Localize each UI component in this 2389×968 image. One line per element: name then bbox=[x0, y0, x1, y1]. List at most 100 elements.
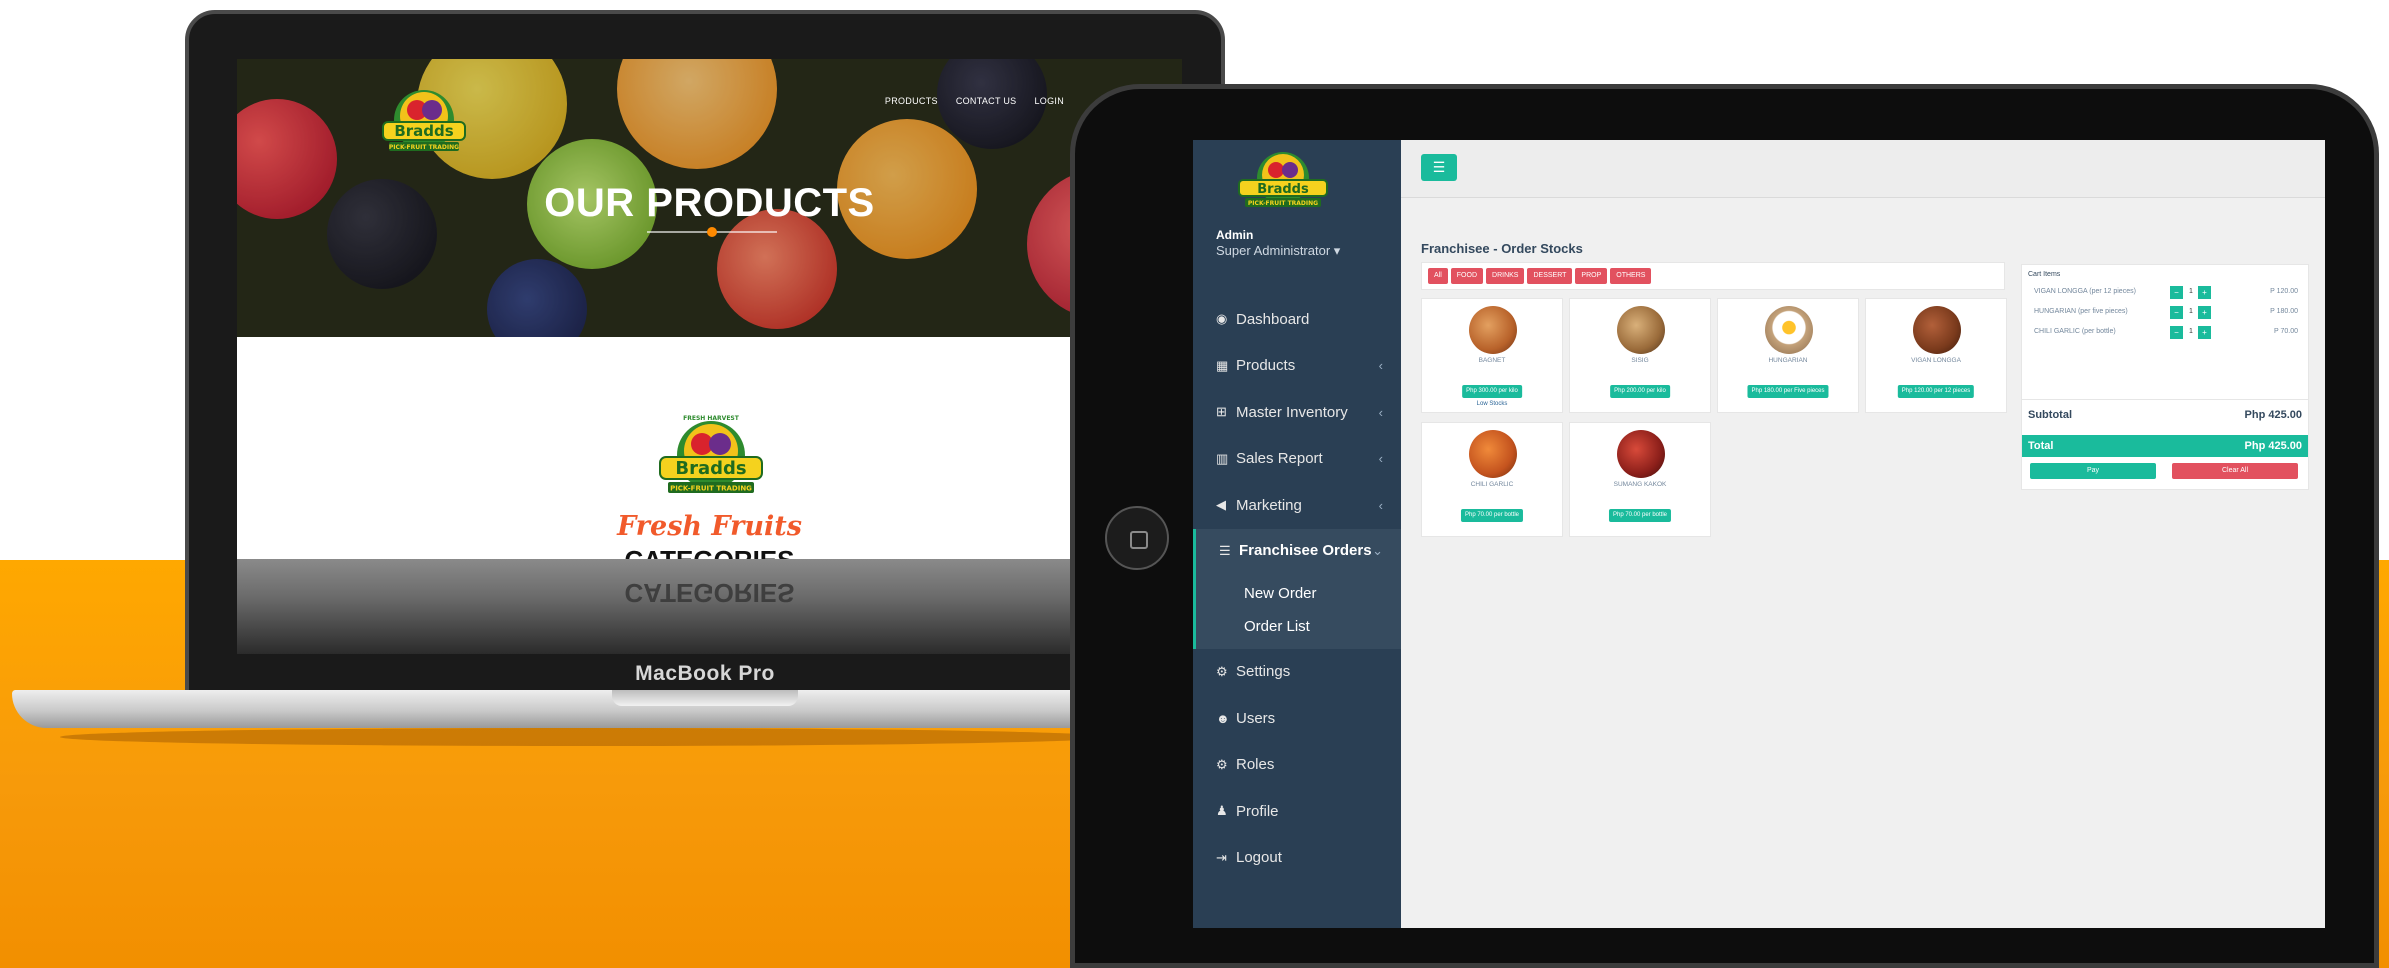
cart-divider bbox=[2022, 399, 2308, 400]
nav-contact-link[interactable]: CONTACT US bbox=[956, 96, 1017, 106]
total-bar: Total Php 425.00 bbox=[2022, 435, 2308, 457]
sidebar-item-label: Franchisee Orders bbox=[1239, 542, 1372, 559]
submenu-new-order[interactable]: New Order bbox=[1244, 577, 1401, 610]
svg-text:FRESH HARVEST: FRESH HARVEST bbox=[683, 415, 740, 422]
sidebar-item-franchisee-orders[interactable]: ☰ Franchisee Orders ⌄ bbox=[1193, 528, 1401, 573]
product-card[interactable]: BAGNET Php 300.00 per kilo Low Stocks bbox=[1421, 298, 1563, 413]
menu-toggle-button[interactable]: ☰ bbox=[1421, 154, 1457, 181]
sidebar-item-sales-report[interactable]: ▥ Sales Report ‹ bbox=[1193, 436, 1401, 483]
sidebar-item-logout[interactable]: ⇥ Logout bbox=[1193, 835, 1401, 882]
chevron-down-icon: ⌄ bbox=[1372, 542, 1383, 558]
product-card[interactable]: SUMANG KAKOK Php 70.00 per bottle bbox=[1569, 422, 1711, 537]
filter-prop[interactable]: PROP bbox=[1575, 268, 1608, 284]
clear-all-button[interactable]: Clear All bbox=[2172, 463, 2298, 479]
cart-icon: ⊞ bbox=[1216, 404, 1227, 420]
cart-item-total: P 120.00 bbox=[2270, 288, 2298, 295]
home-button[interactable] bbox=[1105, 506, 1169, 570]
decrease-qty-button[interactable]: − bbox=[2170, 306, 2183, 319]
laptop-base bbox=[12, 690, 1152, 728]
product-card[interactable]: VIGAN LONGGA Php 120.00 per 12 pieces bbox=[1865, 298, 2007, 413]
bradds-logo-large: FRESH HARVEST Bradds PICK-FRUIT TRADING bbox=[659, 415, 763, 493]
nav-login-link[interactable]: LOGIN bbox=[1034, 96, 1064, 106]
hero-banner: Bradds PICK-FRUIT TRADING PRODUCTS CONTA… bbox=[237, 59, 1182, 337]
user-role-dropdown[interactable]: Super Administrator ▾ bbox=[1216, 243, 1340, 259]
tablet-frame: Bradds PICK-FRUIT TRADING Admin Super Ad… bbox=[1070, 84, 2379, 968]
cart-item-total: P 180.00 bbox=[2270, 308, 2298, 315]
product-image bbox=[1617, 306, 1665, 354]
franchisee-orders-submenu: New Order Order List bbox=[1193, 572, 1401, 649]
gear-icon: ⚙ bbox=[1216, 663, 1228, 679]
product-card[interactable]: CHILI GARLIC Php 70.00 per bottle bbox=[1421, 422, 1563, 537]
dashboard-icon: ◉ bbox=[1216, 311, 1228, 327]
product-name: VIGAN LONGGA bbox=[1911, 357, 1961, 364]
nav-products-link[interactable]: PRODUCTS bbox=[885, 96, 938, 106]
product-price-button[interactable]: Php 180.00 per Five pieces bbox=[1747, 385, 1829, 398]
bradds-logo[interactable]: Bradds PICK-FRUIT TRADING bbox=[377, 84, 471, 162]
user-icon: ♟ bbox=[1216, 803, 1228, 819]
cart-title: Cart Items bbox=[2028, 271, 2061, 278]
product-card[interactable]: SISIG Php 200.00 per kilo bbox=[1569, 298, 1711, 413]
filter-dessert[interactable]: DESSERT bbox=[1527, 268, 1573, 284]
increase-qty-button[interactable]: + bbox=[2198, 326, 2211, 339]
filter-all[interactable]: All bbox=[1428, 268, 1448, 284]
product-price-button[interactable]: Php 70.00 per bottle bbox=[1608, 509, 1672, 522]
product-price-button[interactable]: Php 200.00 per kilo bbox=[1610, 385, 1670, 398]
product-name: SISIG bbox=[1631, 357, 1649, 364]
sidebar-item-marketing[interactable]: ◀ Marketing ‹ bbox=[1193, 482, 1401, 529]
main-content: ☰ Franchisee - Order Stocks All FOOD DRI… bbox=[1401, 140, 2325, 928]
product-price-button[interactable]: Php 120.00 per 12 pieces bbox=[1897, 385, 1975, 398]
cart-item-total: P 70.00 bbox=[2273, 328, 2298, 335]
sidebar-item-settings[interactable]: ⚙ Settings bbox=[1193, 649, 1401, 696]
sidebar-item-roles[interactable]: ⚙ Roles bbox=[1193, 742, 1401, 789]
sidebar-item-profile[interactable]: ♟ Profile bbox=[1193, 788, 1401, 835]
product-image bbox=[1913, 306, 1961, 354]
chevron-left-icon: ‹ bbox=[1378, 497, 1383, 513]
subtotal-value: Php 425.00 bbox=[2244, 409, 2302, 421]
product-name: SUMANG KAKOK bbox=[1613, 481, 1667, 488]
hero-divider-dot bbox=[707, 227, 717, 237]
cart-panel: Cart Items VIGAN LONGGA (per 12 pieces) … bbox=[2021, 264, 2309, 490]
cart-item-name: VIGAN LONGGA (per 12 pieces) bbox=[2034, 288, 2136, 295]
increase-qty-button[interactable]: + bbox=[2198, 306, 2211, 319]
sidebar-item-dashboard[interactable]: ◉ Dashboard bbox=[1193, 296, 1401, 343]
product-image bbox=[1617, 430, 1665, 478]
increase-qty-button[interactable]: + bbox=[2198, 286, 2211, 299]
product-price-button[interactable]: Php 70.00 per bottle bbox=[1460, 509, 1524, 522]
reflection-text: CATEGORIES bbox=[624, 578, 795, 608]
cart-item-qty: 1 bbox=[2189, 328, 2193, 335]
filter-drinks[interactable]: DRINKS bbox=[1486, 268, 1525, 284]
cart-item-name: CHILI GARLIC (per bottle) bbox=[2034, 328, 2116, 335]
home-button-icon bbox=[1130, 531, 1148, 549]
hero-title: OUR PRODUCTS bbox=[544, 181, 875, 225]
cart-row: HUNGARIAN (per five pieces) − 1 + P 180.… bbox=[2034, 305, 2304, 321]
svg-text:PICK-FRUIT TRADING: PICK-FRUIT TRADING bbox=[1248, 200, 1318, 207]
laptop-screen: Bradds PICK-FRUIT TRADING PRODUCTS CONTA… bbox=[237, 59, 1182, 654]
product-image bbox=[1469, 306, 1517, 354]
sidebar-item-users[interactable]: ☻ Users bbox=[1193, 695, 1401, 742]
pay-button[interactable]: Pay bbox=[2030, 463, 2156, 479]
top-bar: ☰ bbox=[1401, 140, 2325, 198]
sidebar-item-label: Roles bbox=[1236, 756, 1275, 774]
filter-food[interactable]: FOOD bbox=[1450, 268, 1484, 284]
users-icon: ☻ bbox=[1216, 710, 1230, 726]
sidebar-menu: ◉ Dashboard ▦ Products ‹ ⊞ Master Inventory ‹… bbox=[1193, 296, 1401, 881]
product-name: BAGNET bbox=[1478, 357, 1506, 364]
total-label: Total bbox=[2028, 440, 2054, 452]
tablet-screen: Bradds PICK-FRUIT TRADING Admin Super Ad… bbox=[1193, 140, 2325, 928]
filter-others[interactable]: OTHERS bbox=[1610, 268, 1652, 284]
sidebar-item-label: Sales Report bbox=[1236, 450, 1323, 468]
total-value: Php 425.00 bbox=[2244, 440, 2302, 452]
product-card[interactable]: HUNGARIAN Php 180.00 per Five pieces bbox=[1717, 298, 1859, 413]
cart-row: CHILI GARLIC (per bottle) − 1 + P 70.00 bbox=[2034, 325, 2304, 341]
sidebar-item-label: Dashboard bbox=[1236, 310, 1310, 328]
decrease-qty-button[interactable]: − bbox=[2170, 286, 2183, 299]
product-price-button[interactable]: Php 300.00 per kilo bbox=[1462, 385, 1522, 398]
sidebar-item-label: Master Inventory bbox=[1236, 403, 1348, 421]
sidebar-item-master-inventory[interactable]: ⊞ Master Inventory ‹ bbox=[1193, 389, 1401, 436]
screen-reflection: CATEGORIES bbox=[237, 559, 1182, 654]
sidebar-logo[interactable]: Bradds PICK-FRUIT TRADING bbox=[1231, 148, 1335, 214]
decrease-qty-button[interactable]: − bbox=[2170, 326, 2183, 339]
sidebar-item-products[interactable]: ▦ Products ‹ bbox=[1193, 343, 1401, 390]
cart-item-qty: 1 bbox=[2189, 288, 2193, 295]
submenu-order-list[interactable]: Order List bbox=[1244, 610, 1401, 643]
